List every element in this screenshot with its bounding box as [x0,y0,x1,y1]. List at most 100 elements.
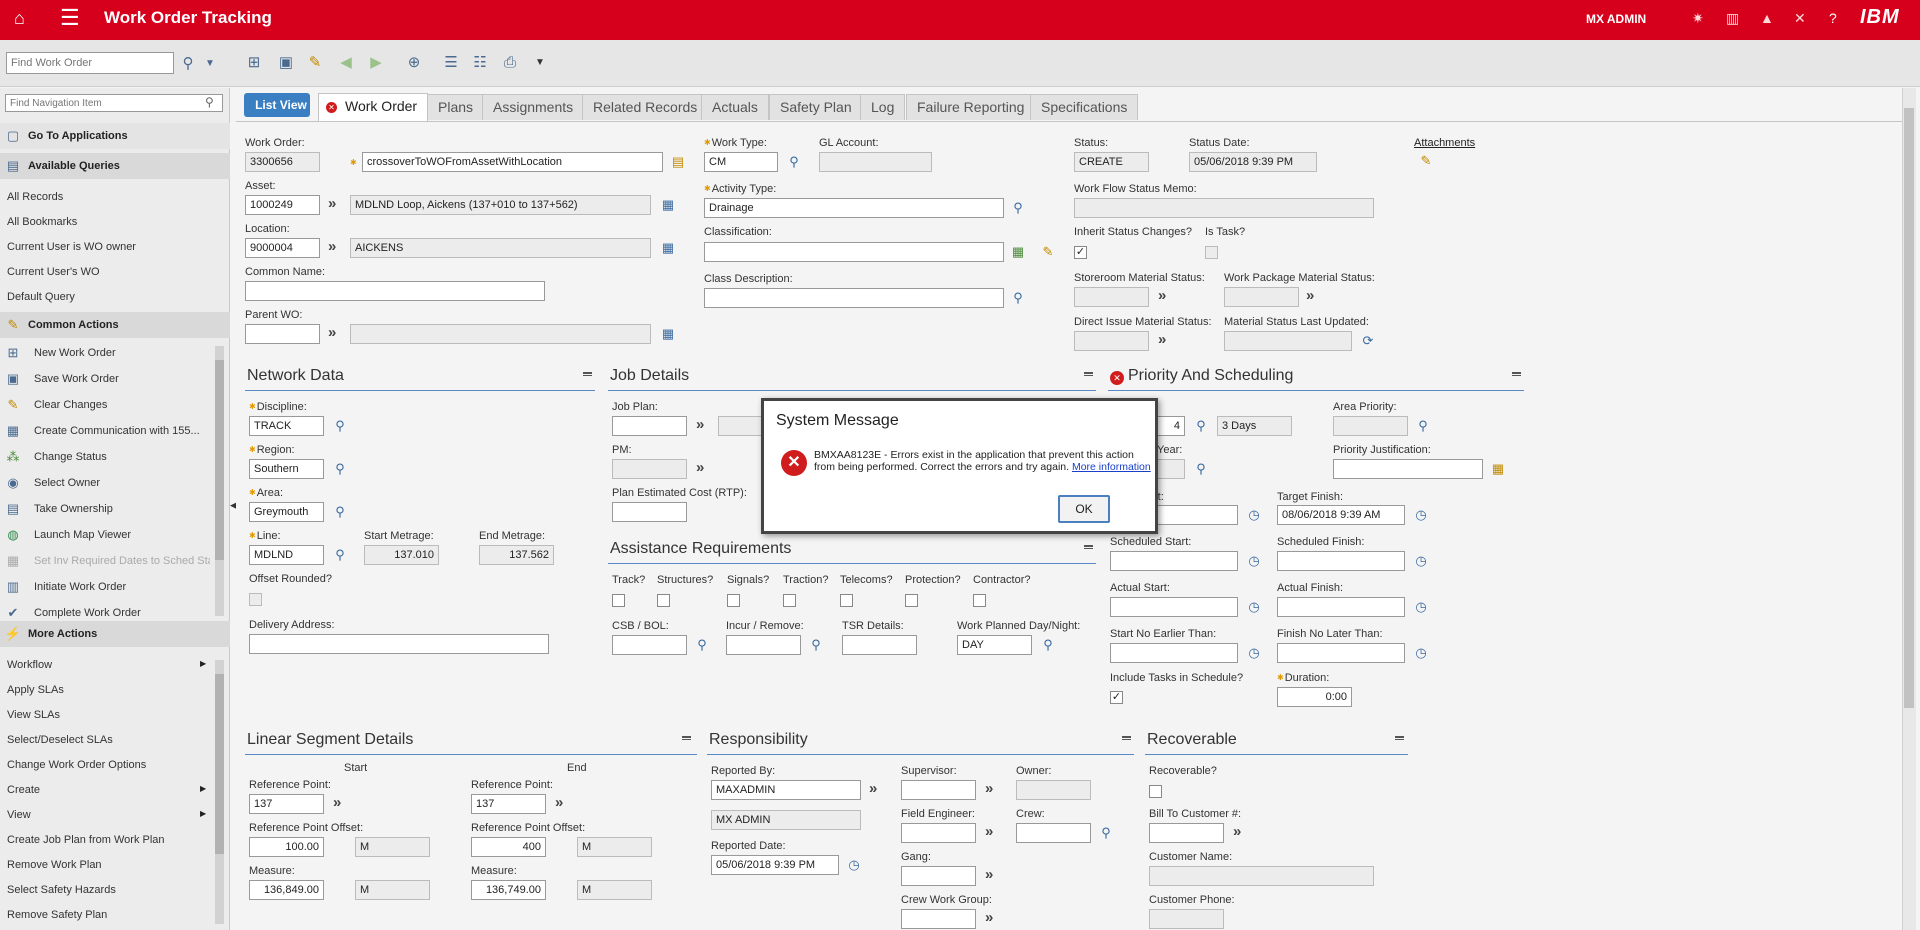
action-item[interactable]: Initiate Work Order [34,581,126,593]
save-icon[interactable]: ▣ [276,53,296,73]
action-item[interactable]: Launch Map Viewer [34,529,131,541]
tab-actuals[interactable]: Actuals [701,94,769,120]
measure-end-field[interactable] [471,880,546,900]
chevron-down-icon[interactable]: ▼ [200,54,220,74]
tab-failure-reporting[interactable]: Failure Reporting [906,94,1036,120]
more-action-item[interactable]: View [7,809,31,821]
include-tasks-checkbox[interactable]: ✓ [1110,691,1123,704]
crew-field[interactable] [1016,823,1091,843]
detail-menu-icon[interactable]: » [869,781,885,798]
search-icon[interactable]: ⚲ [786,154,802,170]
action-item[interactable]: Change Status [34,451,107,463]
find-work-order-input[interactable] [6,52,174,74]
action-item[interactable]: Complete Work Order [34,607,141,619]
traction-checkbox[interactable] [783,594,796,607]
wo-description-field[interactable] [362,152,663,172]
detail-menu-icon[interactable]: » [985,824,1001,841]
list-view-button[interactable]: List View [244,93,310,117]
common-name-field[interactable] [245,281,545,301]
sne-field[interactable] [1110,643,1238,663]
apply-template-icon[interactable]: ☷ [470,53,490,73]
more-action-item[interactable]: Remove Safety Plan [7,909,107,921]
justification-field[interactable] [1333,459,1483,479]
reported-date-field[interactable] [711,855,839,875]
ref-point-end-field[interactable] [471,794,546,814]
classify-icon[interactable]: ▦ [1010,244,1026,260]
collapse-section-button[interactable] [1512,372,1521,376]
tab-assignments[interactable]: Assignments [482,94,585,120]
more-action-item[interactable]: Apply SLAs [7,684,64,696]
asset-field[interactable] [245,195,320,215]
detail-menu-icon[interactable]: » [1233,824,1249,841]
collapse-section-button[interactable] [682,736,691,740]
clear-classification-icon[interactable]: ✎ [1040,244,1056,260]
search-icon[interactable]: ⚲ [332,504,348,520]
action-item[interactable]: Clear Changes [34,399,107,411]
search-icon[interactable]: ⚲ [1415,418,1431,434]
region-field[interactable] [249,459,324,479]
actual-start-field[interactable] [1110,597,1238,617]
detail-menu-icon[interactable]: » [985,867,1001,884]
search-icon[interactable]: ⚲ [694,637,710,653]
detail-menu-icon[interactable]: » [1306,288,1322,305]
chevron-down-icon[interactable]: ▼ [530,53,550,73]
calendar-icon[interactable]: ◷ [1413,645,1429,661]
tab-safety-plan[interactable]: Safety Plan [769,94,863,120]
bill-to-field[interactable] [1149,823,1224,843]
area-field[interactable] [249,502,324,522]
crew-group-field[interactable] [901,909,976,929]
print-icon[interactable]: ⎙ [500,53,520,73]
work-type-field[interactable] [704,152,778,172]
tsr-field[interactable] [842,635,917,655]
detail-menu-icon[interactable]: » [1158,288,1174,305]
search-icon[interactable]: ⚲ [1098,825,1114,841]
supervisor-field[interactable] [901,780,976,800]
ok-button[interactable]: OK [1058,495,1110,523]
recoverable-checkbox[interactable] [1149,785,1162,798]
collapse-section-button[interactable] [1122,736,1131,740]
more-action-item[interactable]: View SLAs [7,709,60,721]
actual-finish-field[interactable] [1277,597,1405,617]
query-item[interactable]: Current User's WO [7,266,100,278]
telecoms-checkbox[interactable] [840,594,853,607]
duration-field[interactable] [1277,687,1352,707]
line-field[interactable] [249,545,324,565]
csb-field[interactable] [612,635,687,655]
collapse-section-button[interactable] [1395,736,1404,740]
ref-point-start-field[interactable] [249,794,324,814]
detail-menu-icon[interactable]: » [328,196,344,213]
contractor-checkbox[interactable] [973,594,986,607]
query-item[interactable]: All Bookmarks [7,216,77,228]
structures-checkbox[interactable] [657,594,670,607]
more-actions-header[interactable]: More Actions [0,621,230,647]
attachments-link[interactable]: Attachments [1414,137,1475,149]
scrollbar-thumb[interactable] [215,674,224,854]
collapse-section-button[interactable] [1084,372,1093,376]
field-engineer-field[interactable] [901,823,976,843]
detail-menu-icon[interactable]: » [328,239,344,256]
main-scrollbar-thumb[interactable] [1904,108,1914,708]
search-icon[interactable]: ⚲ [1010,200,1026,216]
more-information-link[interactable]: More information [1072,461,1151,473]
help-icon[interactable]: ? [1829,10,1837,26]
go-to-applications[interactable]: Go To Applications [0,123,230,149]
location-lookup-icon[interactable]: ▦ [660,240,676,256]
more-action-item[interactable]: Select/Deselect SLAs [7,734,113,746]
calendar-icon[interactable]: ◷ [1246,553,1262,569]
workflow-icon[interactable]: ⊕ [404,53,424,73]
gang-field[interactable] [901,866,976,886]
calendar-icon[interactable]: ◷ [846,857,862,873]
cost-field[interactable] [612,502,687,522]
query-item[interactable]: Default Query [7,291,75,303]
track-checkbox[interactable] [612,594,625,607]
search-icon[interactable]: ⚲ [1193,418,1209,434]
search-icon[interactable]: ⚲ [1193,461,1209,477]
available-queries-header[interactable]: Available Queries [0,153,230,179]
more-action-item[interactable]: Select Safety Hazards [7,884,116,896]
search-icon[interactable]: ⚲ [1040,637,1056,653]
bulletin-icon[interactable]: ✷ [1692,10,1704,27]
sched-finish-field[interactable] [1277,551,1405,571]
more-action-item[interactable]: Workflow [7,659,52,671]
calendar-icon[interactable]: ◷ [1413,599,1429,615]
search-icon[interactable]: ⚲ [332,547,348,563]
